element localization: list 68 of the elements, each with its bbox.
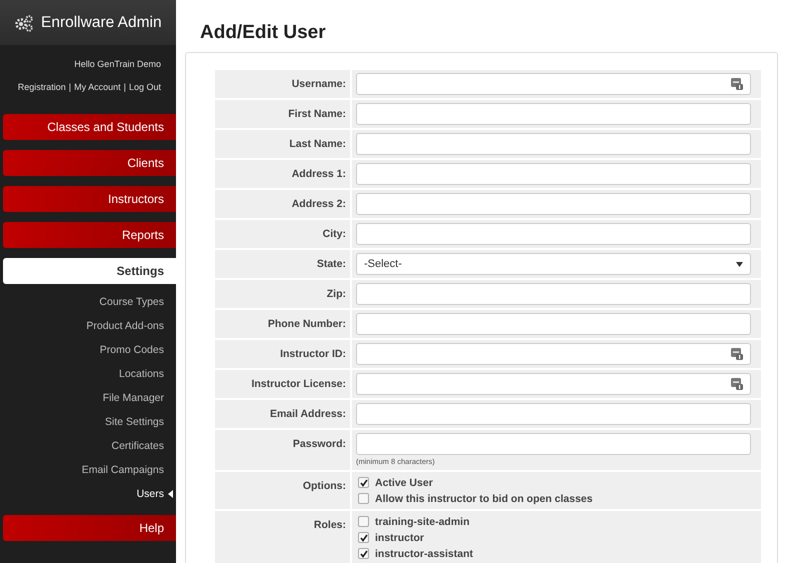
- checkbox-label: Active User: [375, 476, 433, 488]
- field-label: Phone Number:: [215, 310, 350, 338]
- page-title: Add/Edit User: [200, 22, 327, 44]
- field-label: Instructor ID:: [215, 340, 350, 368]
- account-link[interactable]: Log Out: [128, 82, 161, 92]
- state-dropdown[interactable]: -Select-: [356, 253, 751, 275]
- checkbox-label: instructor-assistant: [375, 548, 474, 560]
- submenu-item[interactable]: Promo Codes: [100, 338, 164, 362]
- nav-button[interactable]: Reports: [3, 222, 176, 248]
- field-label: City:: [215, 220, 350, 248]
- separator: |: [68, 82, 72, 92]
- greeting-text: Hello GenTrain Demo: [73, 58, 162, 69]
- checkbox[interactable]: [358, 516, 369, 527]
- field-label: Instructor License:: [215, 370, 350, 398]
- input-field[interactable]: [356, 313, 751, 335]
- input-field[interactable]: [356, 73, 751, 95]
- input-field[interactable]: [356, 433, 751, 455]
- checkbox-label: Allow this instructor to bid on open classes: [375, 492, 593, 504]
- field-label: Options:: [215, 472, 350, 509]
- gears-icon: [14, 14, 33, 32]
- checkbox-label: instructor: [375, 532, 424, 544]
- field-label: State:: [215, 250, 350, 278]
- checkbox[interactable]: [358, 493, 369, 504]
- nav-button[interactable]: Settings: [3, 258, 176, 284]
- field-label: Roles:: [215, 511, 350, 563]
- contact-card-icon: [731, 348, 743, 360]
- nav-button[interactable]: Classes and Students: [3, 114, 176, 140]
- input-field[interactable]: [356, 163, 751, 185]
- submenu-item[interactable]: Certificates: [111, 434, 164, 458]
- input-field[interactable]: [356, 223, 751, 245]
- input-field[interactable]: [356, 133, 751, 155]
- nav-button[interactable]: Clients: [3, 150, 176, 176]
- account-link[interactable]: Registration: [18, 82, 66, 92]
- submenu-item[interactable]: Course Types: [99, 290, 164, 314]
- submenu-item[interactable]: Email Campaigns: [82, 458, 164, 482]
- field-label: Last Name:: [215, 130, 350, 158]
- contact-card-icon: [731, 78, 743, 90]
- field-label: Zip:: [215, 280, 350, 308]
- submenu-item[interactable]: Site Settings: [105, 410, 164, 434]
- field-label: Email Address:: [215, 400, 350, 428]
- app-title: Enrollware Admin: [41, 14, 162, 32]
- separator: |: [124, 82, 126, 92]
- checkbox[interactable]: [358, 548, 369, 559]
- nav-button[interactable]: Help: [3, 515, 176, 541]
- field-label: Address 2:: [215, 190, 350, 218]
- checkmark-icon: [360, 478, 368, 486]
- input-field[interactable]: [356, 283, 751, 305]
- input-field[interactable]: [356, 403, 751, 425]
- pointer-icon: [168, 490, 173, 498]
- submenu-item[interactable]: Locations: [119, 362, 164, 386]
- account-link[interactable]: My Account: [74, 82, 121, 92]
- submenu-item[interactable]: Users: [136, 482, 173, 506]
- nav-button[interactable]: Instructors: [3, 186, 176, 212]
- contact-card-icon: [731, 378, 743, 390]
- field-label: Password:: [215, 430, 350, 470]
- input-field[interactable]: [356, 193, 751, 215]
- submenu-item[interactable]: Product Add-ons: [86, 314, 164, 338]
- caret-icon: [736, 262, 743, 266]
- field-label: Username:: [215, 70, 350, 98]
- submenu-item[interactable]: File Manager: [102, 386, 164, 410]
- field-label: Address 1:: [215, 160, 350, 188]
- input-field[interactable]: [356, 103, 751, 125]
- input-field[interactable]: [356, 343, 751, 365]
- field-label: First Name:: [215, 100, 350, 128]
- input-field[interactable]: [356, 373, 751, 395]
- checkbox-label: training-site-admin: [375, 516, 470, 528]
- checkbox[interactable]: [358, 477, 369, 488]
- checkbox[interactable]: [358, 532, 369, 543]
